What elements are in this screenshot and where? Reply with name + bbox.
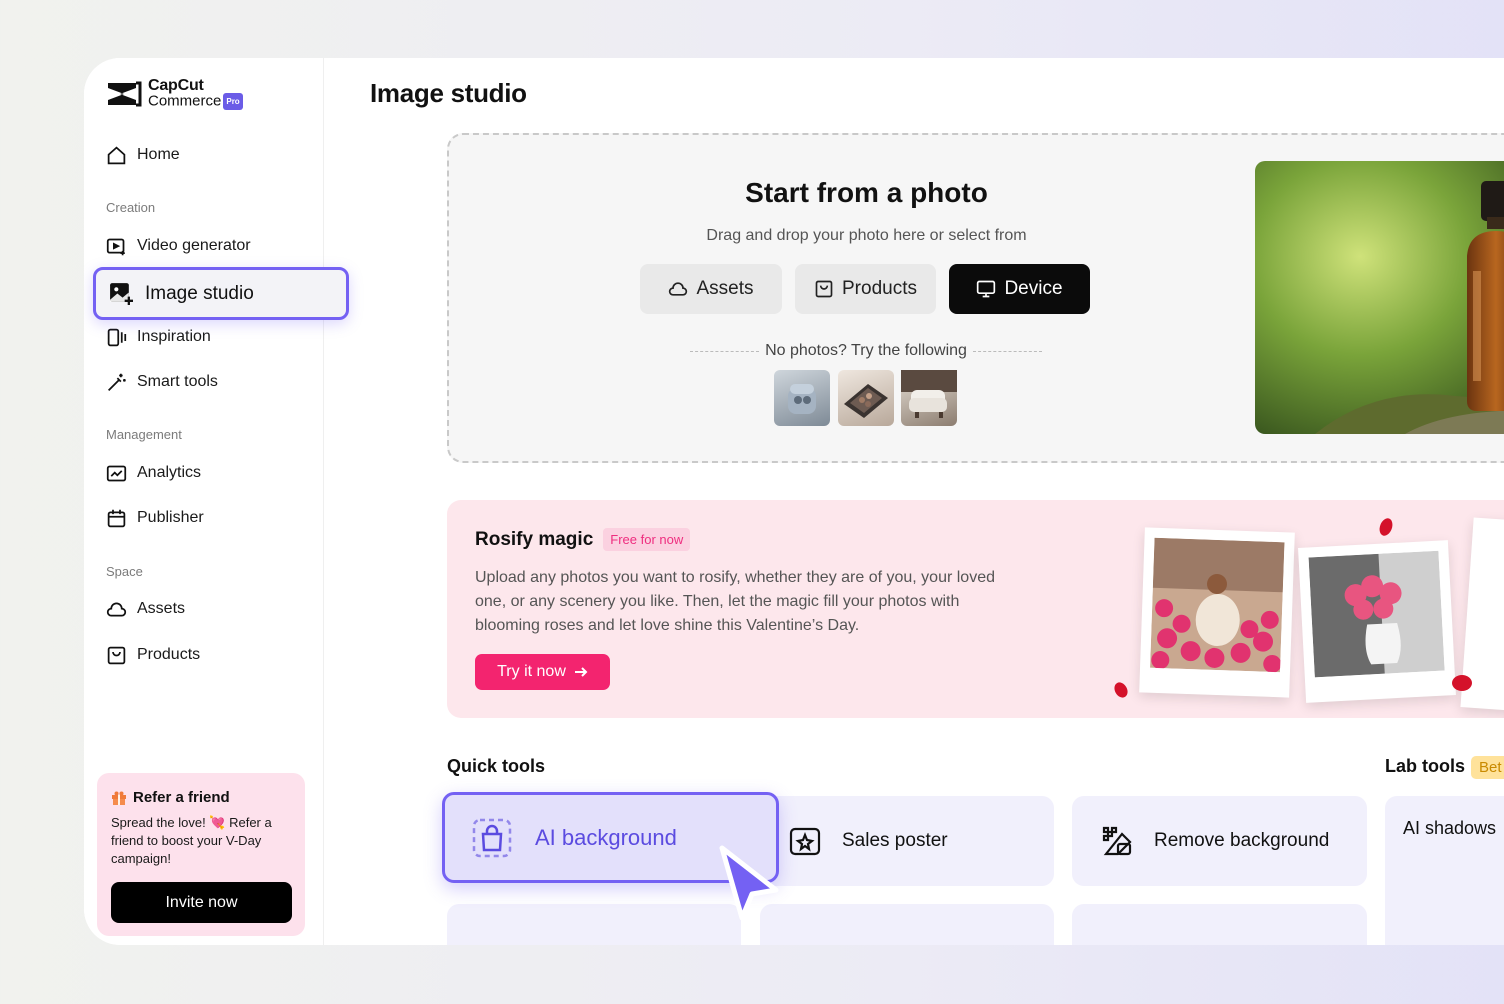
sidebar-item-smart-tools[interactable]: Smart tools	[106, 370, 218, 394]
sample-photo-earbuds[interactable]	[774, 370, 830, 426]
pro-badge: Pro	[223, 93, 243, 110]
quick-tool-card[interactable]	[760, 904, 1054, 945]
rose-petal-icon	[1452, 675, 1472, 691]
sidebar-item-assets[interactable]: Assets	[106, 597, 185, 621]
sidebar-item-home[interactable]: Home	[106, 143, 180, 167]
ai-shadows-tool[interactable]: AI shadows	[1385, 796, 1504, 945]
upload-dropzone[interactable]: Start from a photo Drag and drop your ph…	[447, 133, 1504, 463]
shopping-bag-icon	[472, 818, 512, 857]
quick-tool-card[interactable]	[447, 904, 741, 945]
refer-title: Refer a friend	[111, 789, 292, 806]
hero-product-image	[1255, 161, 1504, 434]
sidebar-item-label: Smart tools	[137, 373, 218, 390]
assets-button[interactable]: Assets	[640, 264, 782, 314]
image-studio-icon	[110, 283, 133, 305]
rose-vase-image	[1308, 550, 1445, 678]
sample-photo-chair[interactable]	[901, 370, 957, 426]
upload-title: Start from a photo	[745, 177, 988, 208]
app-window: CapCut Commerce Pro Home Creation Video g…	[84, 58, 1504, 945]
analytics-icon	[106, 465, 127, 481]
section-label-management: Management	[106, 427, 182, 442]
section-label-space: Space	[106, 564, 143, 579]
sidebar-item-publisher[interactable]: Publisher	[106, 506, 204, 530]
home-icon	[107, 145, 126, 164]
tool-label: Remove background	[1154, 830, 1330, 851]
gift-icon	[112, 791, 126, 805]
sidebar-item-label: Analytics	[137, 464, 202, 481]
invite-now-button[interactable]: Invite now	[111, 882, 292, 923]
rose-petal-icon	[1379, 518, 1393, 536]
refer-card: Refer a friend Spread the love! 💘 Refer …	[97, 773, 305, 936]
rosify-title: Rosify magic Free for now	[475, 528, 691, 551]
woman-in-roses-image	[1150, 537, 1285, 673]
tool-label: AI shadows	[1403, 818, 1497, 838]
products-button[interactable]: Products	[795, 264, 936, 314]
logo-line2: Commerce	[148, 92, 222, 110]
sidebar-item-image-studio[interactable]: Image studio	[93, 267, 349, 320]
sidebar-item-video-generator[interactable]: Video generator	[106, 234, 251, 258]
rosify-sample-photo-1	[1139, 527, 1295, 698]
quick-tools-heading: Quick tools	[447, 756, 546, 776]
eyeshadow-palette-image	[844, 384, 888, 418]
serum-bottle-image	[1255, 161, 1504, 434]
rosify-description: Upload any photos you want to rosify, wh…	[475, 569, 995, 634]
armchair-image	[901, 370, 957, 418]
magic-wand-icon	[108, 373, 126, 391]
video-generator-icon	[106, 238, 125, 255]
sidebar-item-label: Home	[137, 146, 180, 163]
refer-body: Spread the love! 💘 Refer a friend to boo…	[111, 815, 272, 866]
capcut-logo[interactable]: CapCut Commerce Pro	[106, 78, 243, 110]
sidebar-item-label: Inspiration	[137, 328, 211, 345]
rosify-banner: Rosify magic Free for now Upload any pho…	[447, 500, 1504, 718]
sales-poster-icon	[789, 827, 821, 856]
beta-badge: Bet	[1471, 756, 1504, 779]
page-title: Image studio	[370, 78, 527, 108]
product-box-icon	[815, 280, 833, 298]
lab-tools-heading: Lab tools Bet	[1385, 756, 1504, 779]
sidebar-item-label: Video generator	[137, 237, 251, 254]
tool-label: Sales poster	[842, 830, 948, 851]
sample-photos-hint: No photos? Try the following	[690, 342, 1043, 360]
logo-line1: CapCut	[148, 77, 204, 94]
sidebar-item-label: Image studio	[145, 282, 254, 304]
sidebar: CapCut Commerce Pro Home Creation Video g…	[84, 58, 324, 945]
mouse-pointer-icon	[719, 845, 779, 921]
upload-subtitle: Drag and drop your photo here or select …	[706, 227, 1027, 244]
product-box-icon	[107, 646, 126, 664]
inspiration-icon	[107, 328, 127, 346]
rosify-sample-photo-2	[1298, 540, 1456, 703]
monitor-icon	[977, 280, 996, 298]
device-button[interactable]: Device	[949, 264, 1090, 314]
remove-background-tool[interactable]: Remove background	[1072, 796, 1367, 886]
sidebar-item-label: Publisher	[137, 509, 204, 526]
free-badge: Free for now	[603, 528, 691, 551]
cloud-icon	[669, 282, 688, 296]
rose-petal-icon	[1114, 682, 1128, 698]
arrow-right-icon	[574, 667, 588, 677]
sample-photo-palette[interactable]	[838, 370, 894, 426]
cloud-icon	[106, 602, 127, 616]
sidebar-item-analytics[interactable]: Analytics	[106, 461, 201, 485]
try-it-now-button[interactable]: Try it now	[475, 654, 610, 690]
sidebar-item-inspiration[interactable]: Inspiration	[106, 325, 211, 349]
sidebar-item-label: Products	[137, 646, 201, 663]
quick-tool-card[interactable]	[1072, 904, 1367, 945]
sidebar-item-products[interactable]: Products	[106, 643, 200, 667]
sales-poster-tool[interactable]: Sales poster	[760, 796, 1054, 886]
earbuds-image	[788, 384, 816, 414]
tool-label: AI background	[535, 824, 677, 850]
sidebar-item-label: Assets	[137, 600, 186, 617]
remove-background-icon	[1102, 826, 1132, 856]
section-label-creation: Creation	[106, 200, 156, 215]
capcut-logo-icon	[108, 81, 142, 107]
calendar-icon	[107, 509, 126, 527]
